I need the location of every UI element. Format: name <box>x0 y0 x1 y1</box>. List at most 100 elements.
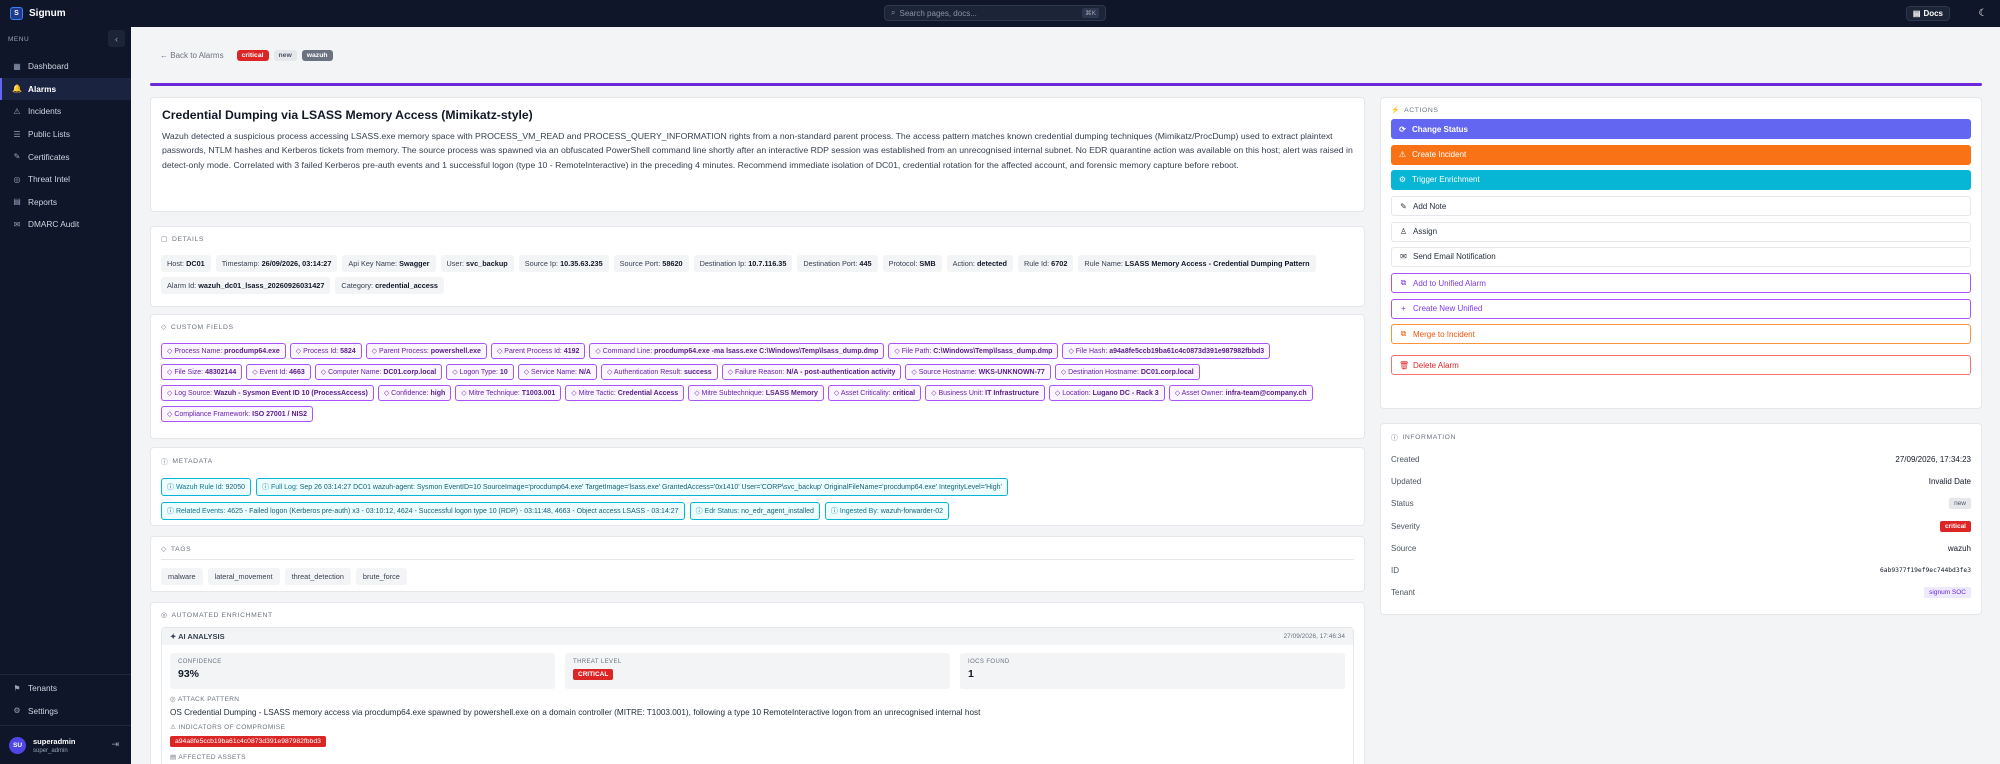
custom-field: ◇ Command Line: procdump64.exe -ma lsass… <box>589 343 885 359</box>
assign-button[interactable]: ♙ Assign <box>1391 221 1971 242</box>
create-incident-button[interactable]: ⚠ Create Incident <box>1391 144 1971 165</box>
detail-field: Api Key Name: Swagger <box>342 255 436 272</box>
tag-icon: ◇ <box>1068 348 1076 355</box>
tag-icon: ◇ <box>911 369 919 376</box>
report-icon: ▤ <box>13 197 21 207</box>
trigger-enrichment-button[interactable]: ⚙ Trigger Enrichment <box>1391 169 1971 190</box>
tag-icon: ◇ <box>606 369 614 376</box>
change-status-button[interactable]: ⟳ Change Status <box>1391 119 1971 140</box>
custom-field: ◇ Authentication Result: success <box>600 364 718 380</box>
mail-icon: ✉ <box>1400 252 1407 262</box>
add-note-button[interactable]: ✎ Add Note <box>1391 196 1971 217</box>
ai-analysis-header[interactable]: ✦ AI ANALYSIS 27/09/2026, 17:46:34 <box>162 628 1353 645</box>
sidebar-item-label: Alarms <box>28 83 57 94</box>
detail-field: Source Ip: 10.35.63.235 <box>518 255 609 272</box>
custom-field: ◇ Failure Reason: N/A - post-authenticat… <box>721 364 902 380</box>
incident-icon: ⚠ <box>1398 150 1407 160</box>
user-role: super_admin <box>33 747 68 754</box>
custom-field: ◇ Asset Owner: infra-team@company.ch <box>1168 385 1313 401</box>
tag-chip[interactable]: threat_detection <box>284 568 351 585</box>
info-icon: ⓘ <box>1391 435 1399 442</box>
sidebar-item-incidents[interactable]: ⚠ Incidents <box>0 100 131 123</box>
sidebar-item-public-lists[interactable]: ☰ Public Lists <box>0 123 131 146</box>
custom-fields-title: ◇ CUSTOM FIELDS <box>161 323 234 332</box>
signum-logo-icon: S <box>10 7 23 20</box>
theme-toggle-moon-icon[interactable]: ☾ <box>1976 6 1990 21</box>
sidebar-item-tenants[interactable]: ⚑ Tenants <box>0 677 131 700</box>
search-shortcut: ⌘K <box>1082 8 1099 18</box>
ai-analysis-panel: ✦ AI ANALYSIS 27/09/2026, 17:46:34 CONFI… <box>161 627 1354 764</box>
avatar: SU <box>9 736 26 754</box>
metadata-title: ⓘ METADATA <box>161 457 213 467</box>
sidebar-item-reports[interactable]: ▤ Reports <box>0 191 131 214</box>
tag-icon: ◇ <box>1060 369 1069 376</box>
tag-icon: ◇ <box>571 390 579 397</box>
custom-field: ◇ Mitre Technique: T1003.001 <box>455 385 562 401</box>
sidebar-item-alarms[interactable]: 🔔 Alarms <box>0 77 131 101</box>
tag-icon: ◇ <box>694 390 702 397</box>
create-new-unified-button[interactable]: + Create New Unified <box>1391 298 1971 319</box>
info-icon: ⓘ <box>167 508 176 515</box>
alarm-summary-card: Credential Dumping via LSASS Memory Acce… <box>150 97 1365 212</box>
target-icon: ◎ <box>170 696 177 703</box>
tag-icon: ◇ <box>833 390 841 397</box>
info-icon: ⓘ <box>161 459 169 466</box>
custom-fields-list: ◇ Process Name: procdump64.exe ◇ Process … <box>161 343 1354 422</box>
brand[interactable]: S Signum <box>0 7 131 20</box>
plus-icon: + <box>1401 304 1406 314</box>
tag-icon: ◇ <box>161 324 167 331</box>
threat-intel-icon: ◎ <box>13 174 21 184</box>
docs-button[interactable]: ▤ Docs <box>1905 6 1950 21</box>
search-icon: ⌕ <box>891 8 896 17</box>
ioc-label: ⚠ INDICATORS OF COMPROMISE <box>170 724 286 731</box>
sidebar-item-certificates[interactable]: ✎ Certificates <box>0 145 131 168</box>
custom-field: ◇ Parent Process Id: 4192 <box>490 343 586 359</box>
lightning-icon: ⚡ <box>1391 107 1401 114</box>
tag-chip[interactable]: lateral_movement <box>207 568 280 585</box>
merge-icon: ⧉ <box>1400 329 1407 339</box>
sidebar-item-dashboard[interactable]: ▦ Dashboard <box>0 55 131 78</box>
sidebar-nav: ▦ Dashboard 🔔 Alarms ⚠ Incidents ☰ Public Lists… <box>0 55 131 236</box>
custom-field: ◇ Log Source: Wazuh - Sysmon Event ID 10… <box>161 385 374 401</box>
sidebar-item-settings[interactable]: ⚙ Settings <box>0 700 131 723</box>
sidebar-item-dmarc-audit[interactable]: ✉ DMARC Audit <box>0 213 131 236</box>
merge-icon: ⧉ <box>1400 278 1407 288</box>
custom-field: ◇ Source Hostname: WKS-UNKNOWN-77 <box>905 364 1051 380</box>
delete-alarm-button[interactable]: 🗑 Delete Alarm <box>1391 355 1971 376</box>
custom-field: ◇ Parent Process: powershell.exe <box>365 343 487 359</box>
custom-field: ◇ File Path: C:\Windows\Temp\lsass_dump.… <box>888 343 1059 359</box>
merge-to-incident-button[interactable]: ⧉ Merge to Incident <box>1391 324 1971 345</box>
back-to-alarms-link[interactable]: ← Back to Alarms <box>160 51 224 60</box>
custom-field: ◇ Computer Name: DC01.corp.local <box>314 364 443 380</box>
tag-chip[interactable]: brute_force <box>355 568 407 585</box>
tag-chip[interactable]: malware <box>161 568 203 585</box>
tag-icon: ◇ <box>295 348 304 355</box>
metadata-list: ⓘ Wazuh Rule Id: 92050 ⓘ Full Log: Sep 26… <box>161 478 1354 520</box>
user-block[interactable]: SU superadmin super_admin ⇥ <box>0 725 131 764</box>
logout-icon[interactable]: ⇥ <box>111 739 119 750</box>
global-search[interactable]: ⌕ ⌘K <box>884 5 1106 21</box>
search-input[interactable] <box>899 8 1083 18</box>
certificate-icon: ✎ <box>13 152 21 162</box>
custom-field: ◇ Mitre Subtechnique: LSASS Memory <box>688 385 824 401</box>
detail-field: Destination Port: 445 <box>797 255 878 272</box>
add-to-unified-alarm-button[interactable]: ⧉ Add to Unified Alarm <box>1391 273 1971 294</box>
info-row-severity: Severity critical <box>1391 515 1971 537</box>
send-email-notification-button[interactable]: ✉ Send Email Notification <box>1391 246 1971 267</box>
tags-card: ◇ TAGS malware lateral_movement threat_dete… <box>150 536 1365 592</box>
tag-icon: ◇ <box>461 390 469 397</box>
ioc-hash-chip[interactable]: a94a8fe5ccb19ba61c4c0873d391e987982fbbd3 <box>170 736 326 747</box>
sidebar-item-threat-intel[interactable]: ◎ Threat Intel <box>0 168 131 191</box>
metadata-field: ⓘ Edr Status: no_edr_agent_installed <box>689 502 820 520</box>
actions-title: ⚡ ACTIONS <box>1391 106 1439 115</box>
info-row-tenant: Tenant signum SOC <box>1391 582 1971 604</box>
tag-icon: ◇ <box>595 348 603 355</box>
detail-field: Protocol: SMB <box>882 255 942 272</box>
collapse-sidebar-chevron-icon[interactable]: ‹ <box>108 30 125 47</box>
sidebar-item-label: DMARC Audit <box>28 219 80 230</box>
sparkle-icon: ✦ <box>170 632 177 641</box>
detail-field: Rule Id: 6702 <box>1017 255 1074 272</box>
threat-level-stat: THREAT LEVEL CRITICAL <box>565 653 950 689</box>
sidebar-item-label: Reports <box>28 196 58 207</box>
list-icon: ☰ <box>13 129 21 139</box>
